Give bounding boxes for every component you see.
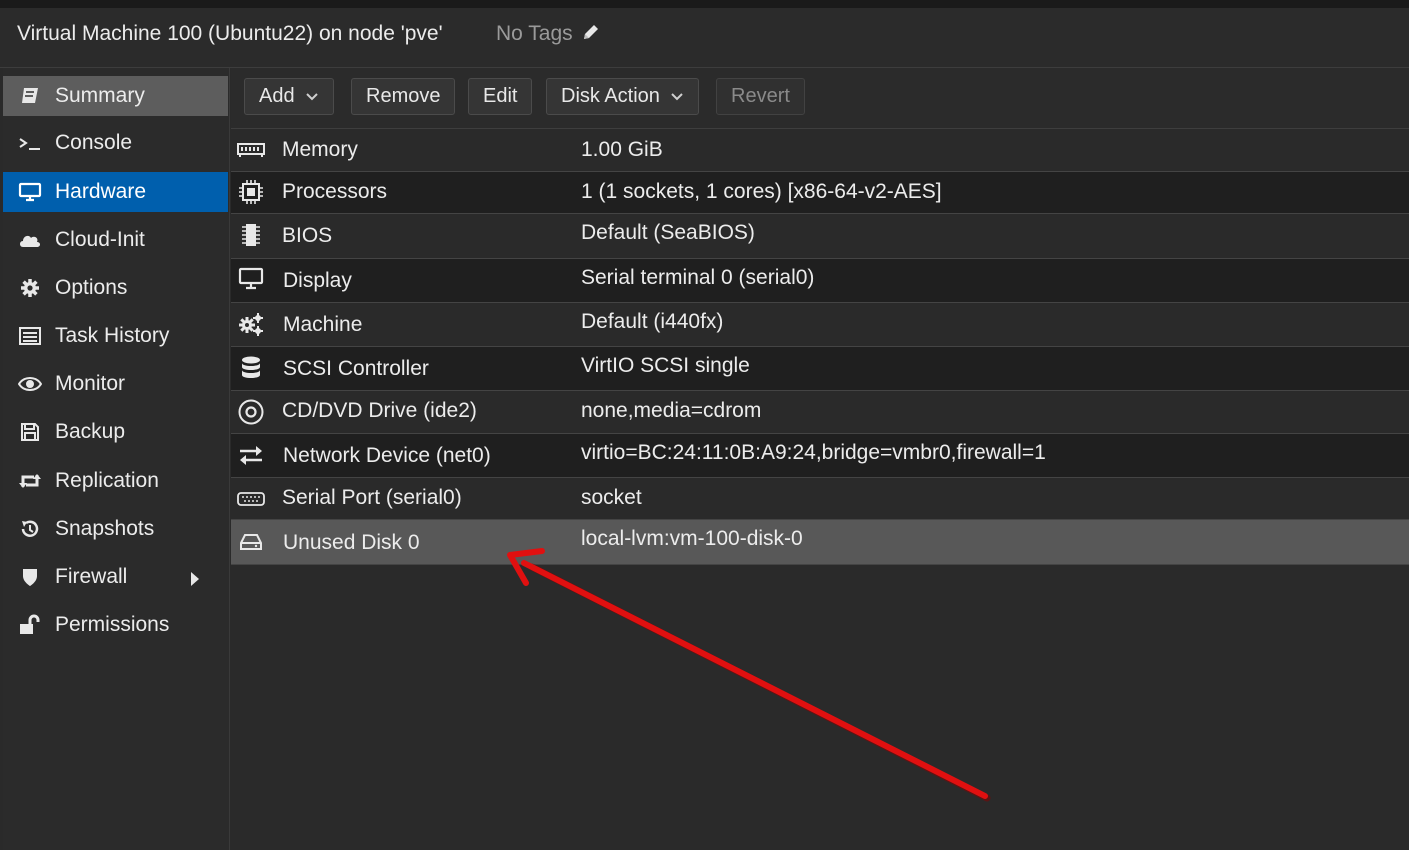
row-name: BIOS xyxy=(282,224,333,247)
sidebar-item-hardware[interactable]: Hardware xyxy=(3,172,228,212)
sidebar-item-monitor[interactable]: Monitor xyxy=(3,364,228,404)
tags-label: No Tags xyxy=(496,22,573,45)
expand-arrow-icon[interactable] xyxy=(190,569,200,593)
row-value: VirtIO SCSI single xyxy=(581,354,750,377)
sidebar-item-label: Cloud-Init xyxy=(55,228,145,251)
table-row[interactable]: CD/DVD Drive (ide2) none,media=cdrom xyxy=(231,391,1409,434)
table-row[interactable]: Processors 1 (1 sockets, 1 cores) [x86-6… xyxy=(231,172,1409,214)
remove-button[interactable]: Remove xyxy=(351,78,456,115)
row-name: SCSI Controller xyxy=(283,357,429,380)
sidebar-item-label: Console xyxy=(55,131,133,154)
book-icon xyxy=(17,85,43,107)
row-name: Machine xyxy=(283,313,363,336)
exchange-icon xyxy=(236,441,266,469)
row-name: Unused Disk 0 xyxy=(283,531,420,554)
eye-icon xyxy=(17,373,43,395)
cogs-icon xyxy=(236,310,266,338)
toolbar: Add Remove Edit Disk Action Revert xyxy=(231,68,1409,129)
desktop-icon xyxy=(17,181,43,203)
row-name: CD/DVD Drive (ide2) xyxy=(282,399,477,422)
hdd-icon xyxy=(236,528,266,556)
disc-icon xyxy=(236,398,266,426)
row-value: socket xyxy=(581,486,642,509)
sidebar-item-backup[interactable]: Backup xyxy=(3,412,228,452)
shield-icon xyxy=(17,566,43,588)
table-row[interactable]: Serial Port (serial0) socket xyxy=(231,478,1409,520)
row-value: 1.00 GiB xyxy=(581,138,663,161)
keyboard-icon xyxy=(236,485,266,513)
row-name: Processors xyxy=(282,180,388,203)
disk-action-button-label: Disk Action xyxy=(561,85,660,107)
cloud-icon xyxy=(17,229,43,251)
cpu-icon xyxy=(236,178,266,206)
tags-editor[interactable]: No Tags xyxy=(496,22,601,46)
row-name: Display xyxy=(283,269,352,292)
row-name: Memory xyxy=(282,138,358,161)
top-strip xyxy=(0,0,1409,8)
chevron-down-icon xyxy=(305,92,318,100)
page-title: Virtual Machine 100 (Ubuntu22) on node '… xyxy=(17,22,443,45)
row-value: virtio=BC:24:11:0B:A9:24,bridge=vmbr0,fi… xyxy=(581,441,1046,464)
gear-icon xyxy=(17,277,43,299)
sidebar: Summary Console Hardware Cloud-Init Opti… xyxy=(3,68,230,850)
add-button-label: Add xyxy=(259,85,295,107)
list-icon xyxy=(17,325,43,347)
row-value: none,media=cdrom xyxy=(581,399,762,422)
unlock-icon xyxy=(17,614,43,636)
sidebar-item-cloud-init[interactable]: Cloud-Init xyxy=(3,220,228,260)
edit-button-label: Edit xyxy=(483,85,518,107)
sidebar-item-label: Monitor xyxy=(55,372,126,395)
sidebar-item-permissions[interactable]: Permissions xyxy=(3,605,228,645)
sidebar-item-label: Firewall xyxy=(55,565,128,588)
sidebar-item-label: Task History xyxy=(55,324,170,347)
hardware-panel: Add Remove Edit Disk Action Revert Memor… xyxy=(231,68,1409,850)
database-icon xyxy=(236,354,266,382)
sidebar-item-options[interactable]: Options xyxy=(3,268,228,308)
row-value: Default (i440fx) xyxy=(581,310,724,333)
sidebar-item-label: Snapshots xyxy=(55,517,155,540)
sidebar-item-label: Hardware xyxy=(55,180,147,203)
revert-button[interactable]: Revert xyxy=(716,78,805,115)
sidebar-item-replication[interactable]: Replication xyxy=(3,461,228,501)
retweet-icon xyxy=(17,470,43,492)
sidebar-item-label: Summary xyxy=(55,84,145,107)
row-value: Serial terminal 0 (serial0) xyxy=(581,266,815,289)
chip-icon xyxy=(236,221,266,249)
sidebar-item-firewall[interactable]: Firewall xyxy=(3,557,228,597)
sidebar-item-label: Replication xyxy=(55,469,159,492)
remove-button-label: Remove xyxy=(366,85,441,107)
table-row[interactable]: Machine Default (i440fx) xyxy=(231,303,1409,347)
row-value: local-lvm:vm-100-disk-0 xyxy=(581,527,803,550)
sidebar-item-console[interactable]: Console xyxy=(3,123,228,163)
page-header: Virtual Machine 100 (Ubuntu22) on node '… xyxy=(0,8,1409,68)
table-row[interactable]: Unused Disk 0 local-lvm:vm-100-disk-0 xyxy=(231,520,1409,565)
row-value: Default (SeaBIOS) xyxy=(581,221,755,244)
table-row[interactable]: Memory 1.00 GiB xyxy=(231,130,1409,172)
row-name: Network Device (net0) xyxy=(283,444,491,467)
sidebar-item-label: Options xyxy=(55,276,128,299)
row-name: Serial Port (serial0) xyxy=(282,486,462,509)
table-row[interactable]: BIOS Default (SeaBIOS) xyxy=(231,214,1409,259)
pencil-icon[interactable] xyxy=(581,22,601,42)
sidebar-item-summary[interactable]: Summary xyxy=(3,76,228,116)
row-value: 1 (1 sockets, 1 cores) [x86-64-v2-AES] xyxy=(581,180,942,203)
table-row[interactable]: Display Serial terminal 0 (serial0) xyxy=(231,259,1409,303)
terminal-icon xyxy=(17,132,43,154)
table-row[interactable]: Network Device (net0) virtio=BC:24:11:0B… xyxy=(231,434,1409,478)
sidebar-item-label: Backup xyxy=(55,420,126,443)
sidebar-item-snapshots[interactable]: Snapshots xyxy=(3,509,228,549)
sidebar-item-label: Permissions xyxy=(55,613,170,636)
memory-icon xyxy=(236,136,266,164)
history-icon xyxy=(17,518,43,540)
chevron-down-icon xyxy=(671,92,683,100)
sidebar-item-task-history[interactable]: Task History xyxy=(3,316,228,356)
floppy-icon xyxy=(17,421,43,443)
edit-button[interactable]: Edit xyxy=(468,78,533,115)
table-row[interactable]: SCSI Controller VirtIO SCSI single xyxy=(231,347,1409,391)
disk-action-button[interactable]: Disk Action xyxy=(546,78,699,115)
desktop-icon xyxy=(236,265,266,293)
revert-button-label: Revert xyxy=(731,85,790,107)
add-button[interactable]: Add xyxy=(244,78,334,115)
